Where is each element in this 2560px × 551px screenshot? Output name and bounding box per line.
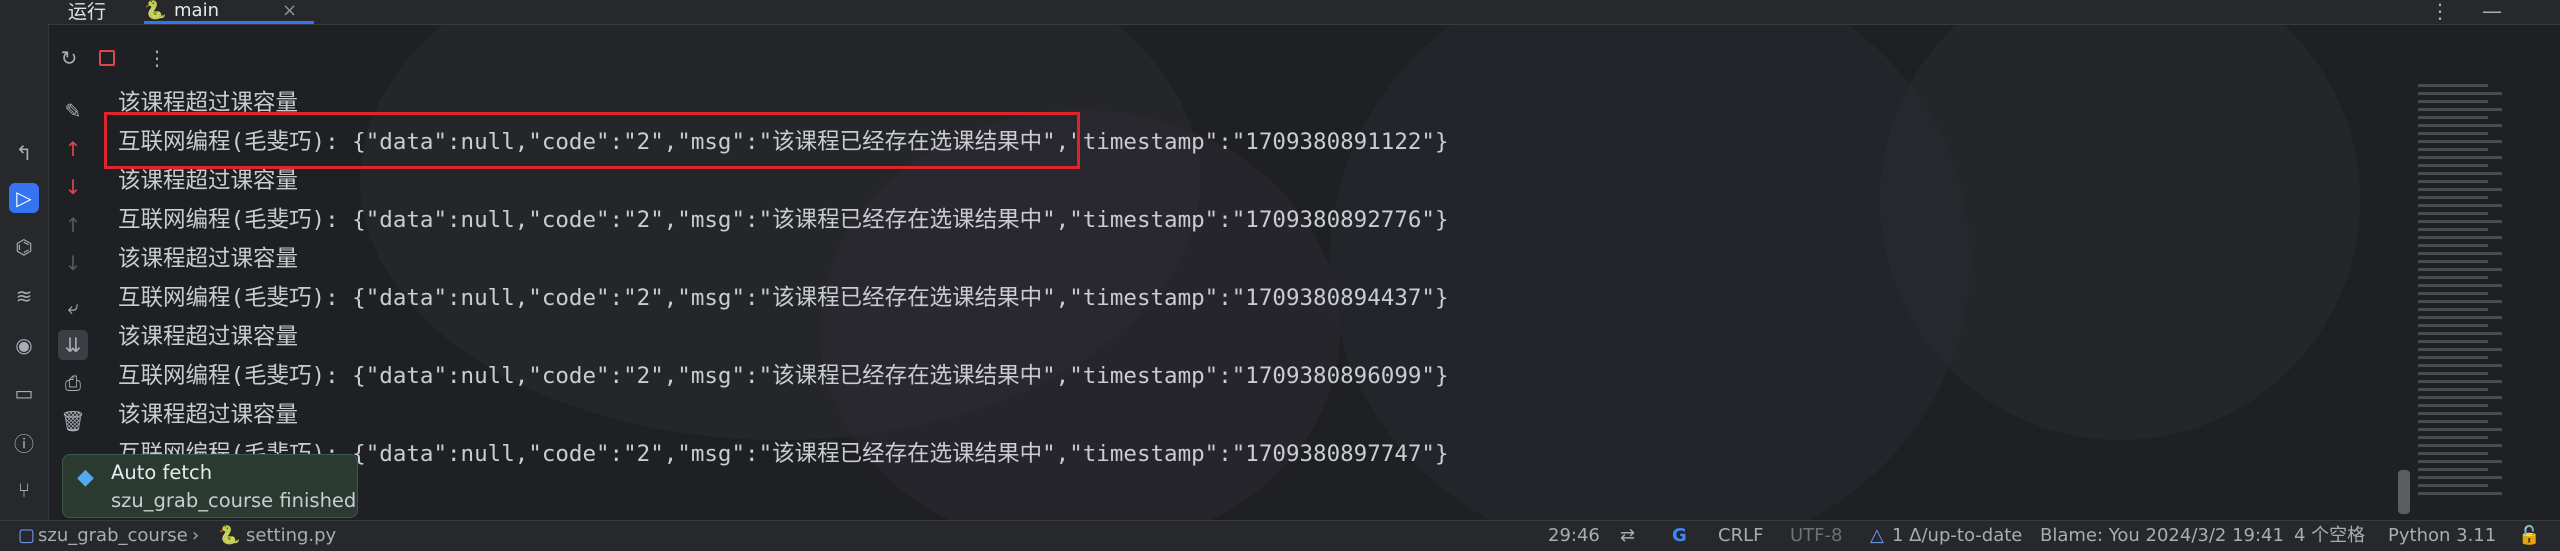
console-line: 该课程超过课容量 xyxy=(118,246,299,272)
minimize-icon[interactable]: — xyxy=(2482,0,2502,22)
console-line: 互联网编程(毛斐巧): {"data":null,"code":"2","msg… xyxy=(118,363,1449,389)
console-line: 该课程超过课容量 xyxy=(118,324,299,350)
git-fetch-icon: ◆ xyxy=(77,465,94,490)
tab-label: main xyxy=(174,0,219,21)
python-file-icon: 🐍 xyxy=(218,525,241,546)
line-separator[interactable]: CRLF xyxy=(1718,521,1763,551)
run-toolbar: ↻ ⋮ xyxy=(48,40,188,76)
services-icon[interactable]: ◉ xyxy=(9,330,39,360)
notification-title: Auto fetch xyxy=(111,461,213,484)
run-tool-window-header: 运行 🐍 main × ⋮ — xyxy=(48,0,2560,25)
arrow-down-icon[interactable]: ↓ xyxy=(58,172,88,202)
lock-icon[interactable]: 🔓 xyxy=(2518,521,2540,551)
console-minimap[interactable] xyxy=(2418,84,2506,514)
run-window-title: 运行 xyxy=(68,1,107,23)
soft-wrap-icon[interactable]: ⤶ xyxy=(58,292,88,322)
vcs-status[interactable]: 1 Δ/up-to-date xyxy=(1892,521,2022,551)
vcs-icon: △ xyxy=(1870,525,1884,546)
breadcrumb-chevron-icon: › xyxy=(192,525,200,546)
arrow-up-disabled-icon: ↑ xyxy=(64,213,82,237)
notification-message: szu_grab_course finished xyxy=(111,489,357,512)
stop-icon xyxy=(99,50,115,66)
indent-setting[interactable]: 4 个空格 xyxy=(2294,521,2365,551)
trash-icon[interactable]: 🗑 xyxy=(58,406,88,436)
close-icon[interactable]: × xyxy=(282,0,297,22)
project-icon: ▢ xyxy=(18,525,36,546)
problems-icon[interactable]: ⓘ xyxy=(9,427,39,457)
tool-window-stripe: ↰ ▷ ⌬ ≋ ◉ ▭ ⓘ ⑂ xyxy=(0,0,49,520)
pencil-icon[interactable]: ✎ xyxy=(58,96,88,126)
layers-icon[interactable]: ≋ xyxy=(9,281,39,311)
rerun-icon[interactable]: ↻ xyxy=(54,40,84,76)
sync-icon[interactable]: ⇄ xyxy=(1620,521,1635,551)
cursor-position[interactable]: 29:46 xyxy=(1548,521,1600,551)
console-line: 互联网编程(毛斐巧): {"data":null,"code":"2","msg… xyxy=(118,285,1449,311)
terminal-icon[interactable]: ▭ xyxy=(9,378,39,408)
commit-icon[interactable]: ↰ xyxy=(9,138,39,168)
print-icon[interactable]: ⎙ xyxy=(58,368,88,398)
blame-info[interactable]: Blame: You 2024/3/2 19:41 xyxy=(2040,521,2284,551)
vertical-scrollbar[interactable] xyxy=(2398,470,2410,514)
tab-main[interactable]: 🐍 main × xyxy=(144,0,314,24)
console-line: 该课程超过课容量 xyxy=(118,402,299,428)
console-line: 互联网编程(毛斐巧): {"data":null,"code":"2","msg… xyxy=(118,207,1449,233)
python-file-icon: 🐍 xyxy=(144,0,167,21)
git-icon[interactable]: ⑂ xyxy=(9,475,39,505)
status-bar: ▢ szu_grab_course › 🐍 setting.py 29:46 ⇄… xyxy=(0,520,2560,551)
stop-button[interactable] xyxy=(92,40,122,76)
file-encoding[interactable]: UTF-8 xyxy=(1790,521,1842,551)
python-console-icon[interactable]: ⌬ xyxy=(9,232,39,262)
auto-fetch-notification[interactable]: ◆ Auto fetch szu_grab_course finished xyxy=(62,454,358,518)
python-interpreter[interactable]: Python 3.11 xyxy=(2388,521,2496,551)
scroll-to-end-icon[interactable]: ⇊ xyxy=(58,330,88,360)
more-icon[interactable]: ⋮ xyxy=(142,40,172,76)
breadcrumb-file[interactable]: setting.py xyxy=(246,521,336,551)
google-icon[interactable]: G xyxy=(1672,521,1687,551)
highlight-annotation-box xyxy=(104,112,1080,169)
run-icon[interactable]: ▷ xyxy=(9,183,39,213)
arrow-down-disabled-icon: ↓ xyxy=(64,251,82,275)
arrow-up-icon[interactable]: ↑ xyxy=(58,134,88,164)
more-options-icon[interactable]: ⋮ xyxy=(2430,0,2450,22)
breadcrumb-project[interactable]: szu_grab_course xyxy=(38,521,188,551)
